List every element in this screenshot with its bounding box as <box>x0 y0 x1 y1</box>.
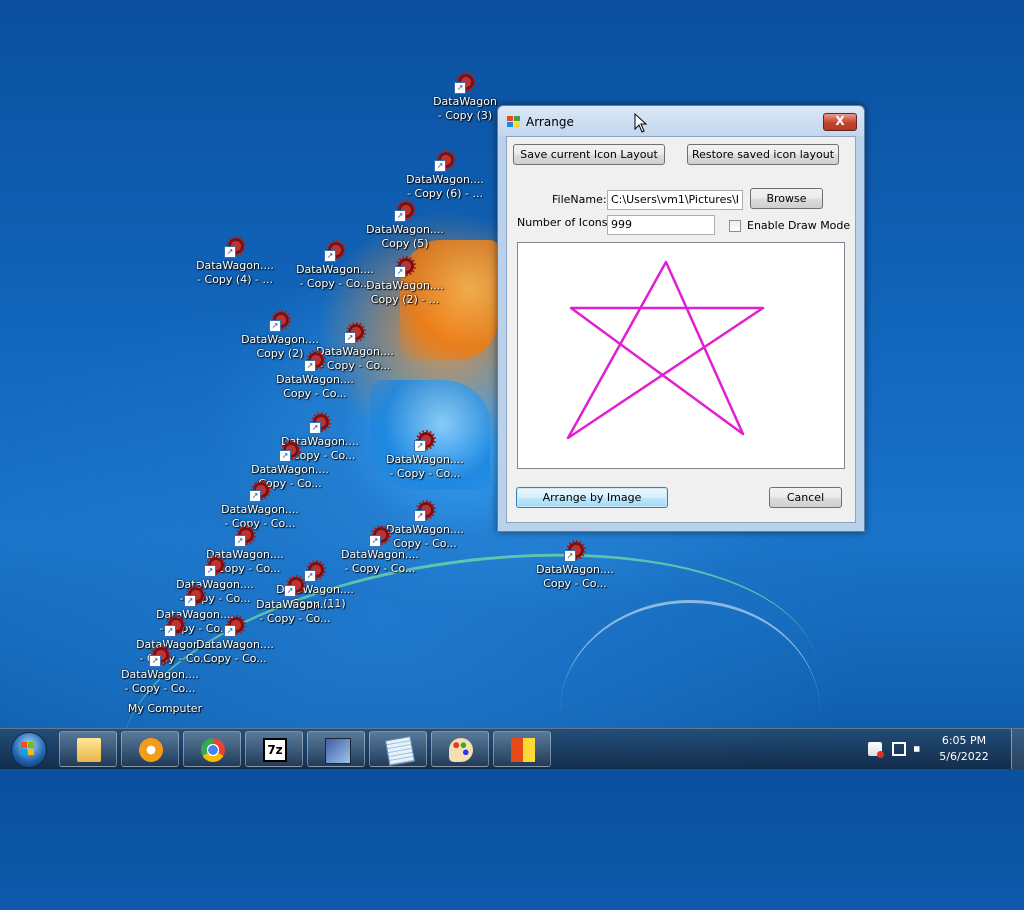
arrange-app-icon <box>511 738 535 762</box>
chrome-icon <box>201 738 225 762</box>
draw-mode-checkbox[interactable] <box>729 220 741 232</box>
desktop-shortcut-icon[interactable]: ↗ DataWagon.... Copy - Co... <box>530 540 620 591</box>
desktop-icon-label: DataWagon.... <box>386 453 464 466</box>
folder-icon <box>77 738 101 762</box>
desktop-icon-label: Copy - Co... <box>543 577 607 590</box>
desktop-icon-label: - Copy (6) - ... <box>407 187 483 200</box>
datawagon-gear-icon: ↗ <box>279 440 301 462</box>
desktop-icon-label: DataWagon.... <box>296 263 374 276</box>
datawagon-gear-icon: ↗ <box>269 310 291 332</box>
star-drawing <box>566 260 765 440</box>
desktop-icon-label: DataWagon.... <box>366 223 444 236</box>
save-layout-button[interactable]: Save current Icon Layout <box>513 144 665 165</box>
taskbar-drawing-tool[interactable] <box>307 731 365 767</box>
datawagon-gear-icon: ↗ <box>224 615 246 637</box>
my-computer-icon-label[interactable]: My Computer <box>120 702 210 716</box>
taskbar-7zip[interactable]: 7z <box>245 731 303 767</box>
draw-mode-label[interactable]: Enable Draw Mode <box>747 219 850 232</box>
desktop-icon-label: DataWagon.... <box>196 259 274 272</box>
datawagon-gear-icon: ↗ <box>149 645 171 667</box>
restore-layout-button[interactable]: Restore saved icon layout <box>687 144 839 165</box>
datawagon-gear-icon: ↗ <box>224 236 246 258</box>
desktop-icon-label: DataWagon.... <box>406 173 484 186</box>
action-center-flag-icon[interactable] <box>868 742 884 758</box>
mouse-cursor-icon <box>634 113 648 133</box>
arrange-by-image-button[interactable]: Arrange by Image <box>516 487 668 508</box>
window-titlebar[interactable]: Arrange X <box>498 106 864 136</box>
datawagon-gear-icon: ↗ <box>204 555 226 577</box>
clock-date: 5/6/2022 <box>939 750 989 763</box>
desktop-shortcut-icon[interactable]: ↗ DataWagon.... - Copy - Co... <box>380 430 470 481</box>
wallpaper-swoosh <box>560 600 820 823</box>
datawagon-gear-icon: ↗ <box>324 240 346 262</box>
desktop-icon-label: - Copy - Co... <box>389 467 461 480</box>
num-icons-label: Number of Icons: <box>517 216 612 229</box>
desktop-shortcut-icon[interactable]: ↗ DataWagon.... - Copy - Co... <box>290 240 380 291</box>
desktop-shortcut-icon[interactable]: ↗ DataWagon.... - Copy (6) - ... <box>400 150 490 201</box>
taskbar-arrange-app[interactable] <box>493 731 551 767</box>
desktop-shortcut-icon[interactable]: ↗ DataWagon.... Copy - Co... <box>270 350 360 401</box>
datawagon-gear-icon: ↗ <box>249 480 271 502</box>
datawagon-gear-icon: ↗ <box>564 540 586 562</box>
datawagon-gear-icon: ↗ <box>394 256 416 278</box>
cancel-button[interactable]: Cancel <box>769 487 842 508</box>
taskbar-chrome[interactable] <box>183 731 241 767</box>
num-icons-input[interactable]: 999 <box>607 215 715 235</box>
paint-palette-icon <box>449 738 473 762</box>
start-button[interactable] <box>4 731 52 768</box>
windows-flag-icon <box>21 742 35 756</box>
window-client: Save current Icon Layout Restore saved i… <box>506 136 856 523</box>
desktop-icon-label: DataWagon <box>433 95 497 108</box>
desktop-icon-label: DataWagon.... <box>121 668 199 681</box>
desktop-icon-label: DataWagon.... <box>251 463 329 476</box>
7zip-icon: 7z <box>263 738 287 762</box>
datawagon-gear-icon: ↗ <box>369 525 391 547</box>
media-player-icon <box>139 738 163 762</box>
datawagon-gear-icon: ↗ <box>284 575 306 597</box>
datawagon-gear-icon: ↗ <box>234 525 256 547</box>
desktop-shortcut-icon[interactable]: ↗ DataWagon.... - Copy - Co... <box>215 480 305 531</box>
datawagon-gear-icon: ↗ <box>309 412 331 434</box>
datawagon-gear-icon: ↗ <box>434 150 456 172</box>
datawagon-gear-icon: ↗ <box>164 615 186 637</box>
desktop-shortcut-icon[interactable]: ↗ DataWagon.... - Copy (4) - ... <box>190 236 280 287</box>
drawing-tool-icon <box>325 738 351 764</box>
close-button[interactable]: X <box>823 113 857 131</box>
taskbar-explorer[interactable] <box>59 731 117 767</box>
desktop-icon-label: Copy (2) - ... <box>370 293 440 306</box>
filename-label: FileName: <box>552 193 607 206</box>
datawagon-gear-icon: ↗ <box>394 200 416 222</box>
show-desktop-button[interactable] <box>1011 729 1024 769</box>
clock[interactable]: 6:05 PM 5/6/2022 <box>924 733 1004 765</box>
clock-time: 6:05 PM <box>941 734 987 747</box>
datawagon-gear-icon: ↗ <box>414 430 436 452</box>
desktop-icon-label: - Copy (4) - ... <box>197 273 273 286</box>
desktop-icon-label: DataWagon.... <box>256 598 334 611</box>
taskbar-media-player[interactable] <box>121 731 179 767</box>
desktop-icon-label: - Copy - Co... <box>124 682 196 695</box>
desktop-icon-label: Copy - Co... <box>283 387 347 400</box>
taskbar-paint[interactable] <box>431 731 489 767</box>
desktop-icon-label: - Copy - Co... <box>299 277 371 290</box>
datawagon-gear-icon: ↗ <box>344 322 366 344</box>
filename-input[interactable]: C:\Users\vm1\Pictures\I do <box>607 190 743 210</box>
browse-button[interactable]: Browse <box>750 188 823 209</box>
arrange-app-icon <box>507 116 521 128</box>
datawagon-gear-icon: ↗ <box>454 72 476 94</box>
network-icon[interactable] <box>892 742 906 756</box>
window-title: Arrange <box>526 115 574 129</box>
system-tray: 6:05 PM 5/6/2022 <box>862 729 1024 769</box>
desktop-icon-label: DataWagon.... <box>276 373 354 386</box>
desktop-icon-label: DataWagon.... <box>221 503 299 516</box>
datawagon-gear-icon: ↗ <box>184 585 206 607</box>
notepad-icon <box>384 735 416 767</box>
datawagon-gear-icon: ↗ <box>304 350 326 372</box>
desktop-icon-label: DataWagon.... <box>536 563 614 576</box>
drawing-canvas[interactable] <box>517 242 845 469</box>
datawagon-gear-icon: ↗ <box>414 500 436 522</box>
taskbar-notepad[interactable] <box>369 731 427 767</box>
desktop-shortcut-icon[interactable]: ↗ DataWagon.... - Copy - Co... <box>115 645 205 696</box>
taskbar: 7z 6:05 PM 5/6/2022 <box>0 728 1024 769</box>
arrange-window: Arrange X Save current Icon Layout Resto… <box>497 105 865 532</box>
